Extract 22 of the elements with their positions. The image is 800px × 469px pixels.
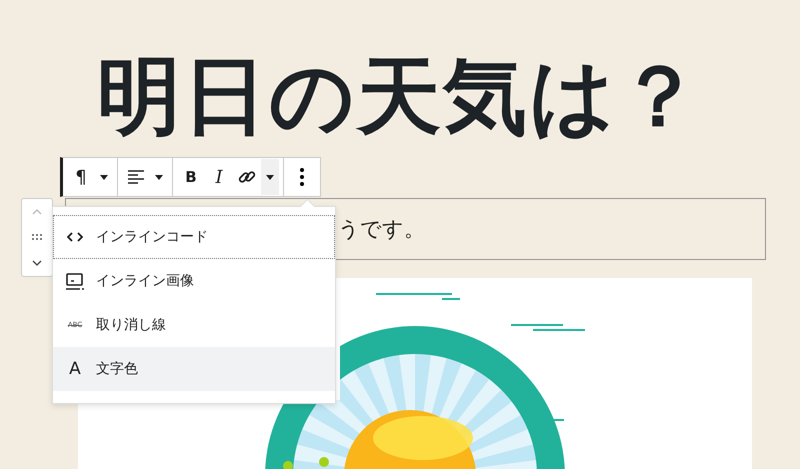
move-down-button[interactable]	[32, 260, 42, 266]
chevron-down-icon	[32, 260, 42, 266]
drag-dots-icon	[32, 234, 42, 240]
image-icon	[66, 272, 84, 290]
caret-icon	[100, 174, 108, 180]
caret-icon	[266, 174, 274, 180]
format-button[interactable]: B	[177, 159, 205, 195]
chevron-up-icon	[32, 208, 42, 215]
drag-handle[interactable]	[32, 234, 42, 240]
format-menu-item[interactable]: インライン画像	[53, 259, 335, 303]
caret-icon	[155, 174, 163, 180]
text-color-icon: A	[69, 359, 81, 379]
post-title[interactable]: 明日の天気は？	[97, 46, 703, 147]
more-vertical-icon	[300, 168, 304, 186]
align-left-icon	[128, 170, 144, 184]
format-button[interactable]: ¶	[67, 159, 95, 195]
paragraph-text[interactable]: うです。	[338, 215, 425, 243]
format-menu-item[interactable]: A 文字色	[53, 347, 335, 391]
italic-button[interactable]: I	[205, 159, 233, 195]
dropdown-toggle[interactable]	[261, 159, 279, 195]
format-menu-item[interactable]: インラインコード	[53, 215, 335, 259]
code-icon	[67, 232, 83, 242]
